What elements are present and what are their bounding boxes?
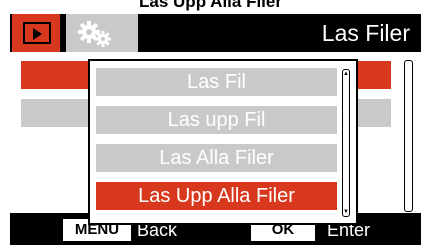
popup-scrollbar[interactable]: ▲ ▼ bbox=[342, 69, 350, 217]
video-playback-icon bbox=[23, 22, 51, 44]
menu-item-las-upp-alla-filer[interactable]: Las Upp Alla Filer bbox=[96, 182, 337, 210]
device-screen: Las Filer Las Fil Las upp Fil Las Alla F… bbox=[10, 14, 421, 245]
scroll-up-icon: ▲ bbox=[343, 71, 349, 77]
settings-gears-icon bbox=[78, 21, 111, 47]
menu-item-las-fil[interactable]: Las Fil bbox=[96, 68, 337, 96]
submenu-popup: Las Fil Las upp Fil Las Alla Filer Las U… bbox=[88, 59, 358, 225]
menu-item-las-alla-filer[interactable]: Las Alla Filer bbox=[96, 144, 337, 172]
screen-caption: Las Upp Alla Filer bbox=[139, 0, 282, 11]
tab-settings[interactable] bbox=[66, 14, 138, 52]
top-bar: Las Filer bbox=[10, 14, 421, 52]
tab-video[interactable] bbox=[12, 14, 60, 52]
page-title: Las Filer bbox=[321, 20, 410, 46]
main-scrollbar[interactable] bbox=[404, 60, 413, 212]
scroll-down-icon: ▼ bbox=[343, 209, 349, 215]
menu-item-las-upp-fil[interactable]: Las upp Fil bbox=[96, 106, 337, 134]
